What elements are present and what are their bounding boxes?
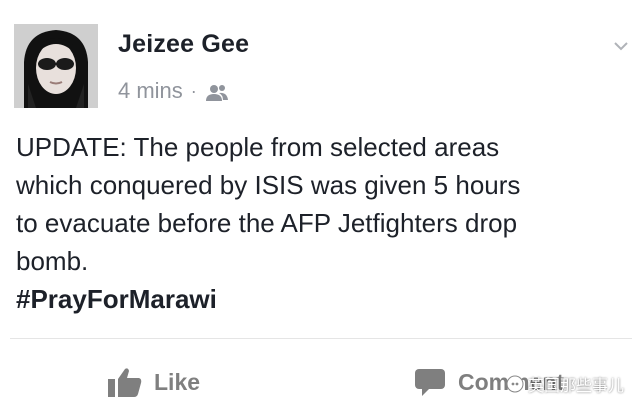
- post-meta: 4 mins ·: [118, 76, 229, 106]
- post-text-line: UPDATE: The people from selected areas: [16, 132, 500, 162]
- like-button[interactable]: Like: [108, 360, 200, 404]
- timestamp[interactable]: 4 mins: [118, 78, 183, 104]
- post-text-line: bomb.: [16, 246, 89, 276]
- post-text-line: to evacuate before the AFP Jetfighters d…: [16, 208, 518, 238]
- wechat-logo-icon: [506, 375, 524, 393]
- post-text-line: which conquered by ISIS was given 5 hour…: [16, 170, 521, 200]
- friends-icon[interactable]: [205, 82, 229, 101]
- facebook-post: Jeizee Gee 4 mins · UPDATE: The people f…: [0, 0, 632, 417]
- watermark-text: 英国那些事儿: [527, 378, 624, 395]
- chevron-down-icon[interactable]: [614, 38, 628, 51]
- thumbs-up-icon: [108, 367, 142, 397]
- comment-icon: [414, 367, 446, 397]
- avatar-photo: [14, 24, 98, 108]
- post-text: UPDATE: The people from selected areas w…: [16, 128, 616, 318]
- actions-divider: [10, 338, 632, 339]
- like-label: Like: [154, 368, 201, 395]
- watermark: 英国那些事儿: [506, 372, 624, 396]
- meta-separator: ·: [190, 80, 197, 101]
- hashtag-link[interactable]: #PrayForMarawi: [16, 280, 616, 318]
- author-name[interactable]: Jeizee Gee: [118, 30, 249, 59]
- avatar[interactable]: [14, 24, 98, 108]
